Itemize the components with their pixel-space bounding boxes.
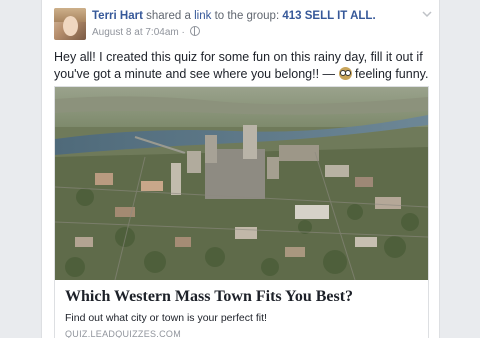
post-meta: August 8 at 7:04am · bbox=[92, 26, 200, 38]
meta-separator: · bbox=[181, 27, 185, 38]
attachment-domain: QUIZ.LEADQUIZZES.COM bbox=[65, 329, 182, 338]
action-suffix: to the group: bbox=[214, 10, 280, 22]
author-avatar[interactable] bbox=[54, 8, 86, 40]
post-timestamp[interactable]: August 8 at 7:04am bbox=[92, 27, 179, 38]
chevron-down-icon[interactable] bbox=[422, 9, 432, 19]
link-attachment[interactable]: Which Western Mass Town Fits You Best? F… bbox=[54, 86, 429, 338]
feed-post-card: Terri Hart shared a link to the group: 4… bbox=[41, 0, 440, 338]
attachment-description: Find out what city or town is your perfe… bbox=[65, 312, 267, 324]
action-prefix: shared a bbox=[146, 10, 191, 22]
post-body: Hey all! I created this quiz for some fu… bbox=[54, 49, 429, 83]
aerial-city-photo bbox=[55, 87, 428, 280]
shared-link[interactable]: link bbox=[194, 10, 211, 22]
attachment-title[interactable]: Which Western Mass Town Fits You Best? bbox=[65, 288, 420, 306]
group-name-link[interactable]: 413 SELL IT ALL. bbox=[282, 10, 375, 22]
globe-icon[interactable] bbox=[189, 26, 200, 36]
feeling-text[interactable]: feeling funny. bbox=[355, 67, 428, 81]
post-header: Terri Hart shared a link to the group: 4… bbox=[92, 10, 376, 22]
avatar-face bbox=[63, 16, 78, 36]
attachment-photo[interactable] bbox=[55, 87, 428, 280]
author-name-link[interactable]: Terri Hart bbox=[92, 10, 143, 22]
owl-emoji-icon bbox=[338, 67, 352, 80]
